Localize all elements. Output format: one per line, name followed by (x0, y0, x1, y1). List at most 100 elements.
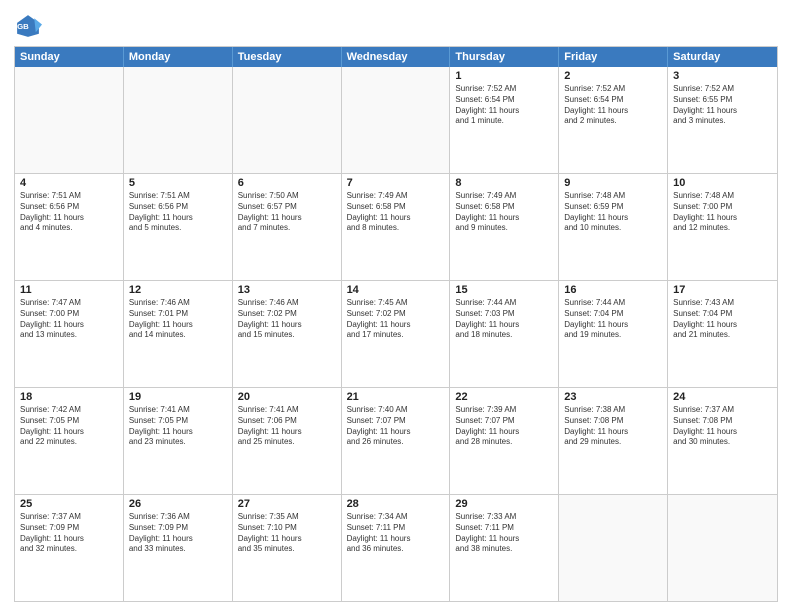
calendar-body: 1 Sunrise: 7:52 AM Sunset: 6:54 PM Daylig… (15, 67, 777, 601)
day-number: 6 (238, 177, 336, 189)
day-info: Sunrise: 7:39 AM Sunset: 7:07 PM Dayligh… (455, 405, 553, 448)
day-info: Sunrise: 7:44 AM Sunset: 7:04 PM Dayligh… (564, 298, 662, 341)
day-number: 11 (20, 284, 118, 296)
calendar-row-3: 18 Sunrise: 7:42 AM Sunset: 7:05 PM Dayli… (15, 387, 777, 494)
calendar-cell: 4 Sunrise: 7:51 AM Sunset: 6:56 PM Daylig… (15, 174, 124, 280)
day-info: Sunrise: 7:48 AM Sunset: 7:00 PM Dayligh… (673, 191, 772, 234)
day-info: Sunrise: 7:50 AM Sunset: 6:57 PM Dayligh… (238, 191, 336, 234)
calendar-cell: 6 Sunrise: 7:50 AM Sunset: 6:57 PM Daylig… (233, 174, 342, 280)
day-info: Sunrise: 7:52 AM Sunset: 6:55 PM Dayligh… (673, 84, 772, 127)
header-day-friday: Friday (559, 47, 668, 67)
calendar-cell: 3 Sunrise: 7:52 AM Sunset: 6:55 PM Daylig… (668, 67, 777, 173)
day-number: 4 (20, 177, 118, 189)
header-day-tuesday: Tuesday (233, 47, 342, 67)
calendar-cell: 27Sunrise: 7:35 AM Sunset: 7:10 PM Dayli… (233, 495, 342, 601)
day-info: Sunrise: 7:42 AM Sunset: 7:05 PM Dayligh… (20, 405, 118, 448)
header: GB (14, 12, 778, 40)
calendar-cell: 20Sunrise: 7:41 AM Sunset: 7:06 PM Dayli… (233, 388, 342, 494)
calendar-cell: 14 Sunrise: 7:45 AM Sunset: 7:02 PM Dayli… (342, 281, 451, 387)
day-info: Sunrise: 7:44 AM Sunset: 7:03 PM Dayligh… (455, 298, 553, 341)
day-number: 3 (673, 70, 772, 82)
calendar-cell: 21 Sunrise: 7:40 AM Sunset: 7:07 PM Dayli… (342, 388, 451, 494)
calendar-cell (668, 495, 777, 601)
day-number: 28 (347, 498, 445, 510)
calendar-row-4: 25Sunrise: 7:37 AM Sunset: 7:09 PM Dayli… (15, 494, 777, 601)
day-number: 24 (673, 391, 772, 403)
calendar-row-0: 1 Sunrise: 7:52 AM Sunset: 6:54 PM Daylig… (15, 67, 777, 173)
day-info: Sunrise: 7:47 AM Sunset: 7:00 PM Dayligh… (20, 298, 118, 341)
calendar-cell: 23 Sunrise: 7:38 AM Sunset: 7:08 PM Dayli… (559, 388, 668, 494)
day-number: 16 (564, 284, 662, 296)
calendar-cell: 10 Sunrise: 7:48 AM Sunset: 7:00 PM Dayli… (668, 174, 777, 280)
calendar-cell: 28 Sunrise: 7:34 AM Sunset: 7:11 PM Dayli… (342, 495, 451, 601)
calendar-cell: 1Sunrise: 7:52 AM Sunset: 6:54 PM Daylig… (450, 67, 559, 173)
day-info: Sunrise: 7:40 AM Sunset: 7:07 PM Dayligh… (347, 405, 445, 448)
day-info: Sunrise: 7:51 AM Sunset: 6:56 PM Dayligh… (20, 191, 118, 234)
day-number: 23 (564, 391, 662, 403)
day-number: 8 (455, 177, 553, 189)
day-info: Sunrise: 7:41 AM Sunset: 7:05 PM Dayligh… (129, 405, 227, 448)
header-day-wednesday: Wednesday (342, 47, 451, 67)
day-number: 14 (347, 284, 445, 296)
day-info: Sunrise: 7:36 AM Sunset: 7:09 PM Dayligh… (129, 512, 227, 555)
calendar-cell: 22 Sunrise: 7:39 AM Sunset: 7:07 PM Dayli… (450, 388, 559, 494)
calendar-cell: 8 Sunrise: 7:49 AM Sunset: 6:58 PM Daylig… (450, 174, 559, 280)
calendar-row-2: 11 Sunrise: 7:47 AM Sunset: 7:00 PM Dayli… (15, 280, 777, 387)
day-number: 15 (455, 284, 553, 296)
day-number: 22 (455, 391, 553, 403)
day-number: 27 (238, 498, 336, 510)
calendar-cell: 13 Sunrise: 7:46 AM Sunset: 7:02 PM Dayli… (233, 281, 342, 387)
header-day-saturday: Saturday (668, 47, 777, 67)
day-number: 13 (238, 284, 336, 296)
day-number: 9 (564, 177, 662, 189)
day-number: 7 (347, 177, 445, 189)
calendar-cell: 17Sunrise: 7:43 AM Sunset: 7:04 PM Dayli… (668, 281, 777, 387)
calendar-cell (559, 495, 668, 601)
day-info: Sunrise: 7:46 AM Sunset: 7:02 PM Dayligh… (238, 298, 336, 341)
day-info: Sunrise: 7:48 AM Sunset: 6:59 PM Dayligh… (564, 191, 662, 234)
calendar-cell: 15 Sunrise: 7:44 AM Sunset: 7:03 PM Dayli… (450, 281, 559, 387)
page: GB SundayMondayTuesdayWednesdayThursdayF… (0, 0, 792, 612)
day-number: 2 (564, 70, 662, 82)
calendar-cell: 29Sunrise: 7:33 AM Sunset: 7:11 PM Dayli… (450, 495, 559, 601)
day-info: Sunrise: 7:52 AM Sunset: 6:54 PM Dayligh… (564, 84, 662, 127)
day-number: 10 (673, 177, 772, 189)
day-info: Sunrise: 7:33 AM Sunset: 7:11 PM Dayligh… (455, 512, 553, 555)
day-number: 21 (347, 391, 445, 403)
calendar-cell: 12 Sunrise: 7:46 AM Sunset: 7:01 PM Dayli… (124, 281, 233, 387)
header-day-monday: Monday (124, 47, 233, 67)
day-number: 26 (129, 498, 227, 510)
calendar-cell (124, 67, 233, 173)
calendar-cell (342, 67, 451, 173)
calendar-cell: 9 Sunrise: 7:48 AM Sunset: 6:59 PM Daylig… (559, 174, 668, 280)
calendar-cell: 26 Sunrise: 7:36 AM Sunset: 7:09 PM Dayli… (124, 495, 233, 601)
day-number: 5 (129, 177, 227, 189)
day-number: 17 (673, 284, 772, 296)
calendar-cell: 5 Sunrise: 7:51 AM Sunset: 6:56 PM Daylig… (124, 174, 233, 280)
day-info: Sunrise: 7:37 AM Sunset: 7:08 PM Dayligh… (673, 405, 772, 448)
calendar-cell: 11 Sunrise: 7:47 AM Sunset: 7:00 PM Dayli… (15, 281, 124, 387)
day-number: 12 (129, 284, 227, 296)
day-info: Sunrise: 7:37 AM Sunset: 7:09 PM Dayligh… (20, 512, 118, 555)
day-info: Sunrise: 7:49 AM Sunset: 6:58 PM Dayligh… (455, 191, 553, 234)
day-info: Sunrise: 7:51 AM Sunset: 6:56 PM Dayligh… (129, 191, 227, 234)
day-number: 20 (238, 391, 336, 403)
logo: GB (14, 12, 46, 40)
calendar-cell: 18 Sunrise: 7:42 AM Sunset: 7:05 PM Dayli… (15, 388, 124, 494)
day-info: Sunrise: 7:46 AM Sunset: 7:01 PM Dayligh… (129, 298, 227, 341)
calendar-row-1: 4 Sunrise: 7:51 AM Sunset: 6:56 PM Daylig… (15, 173, 777, 280)
day-info: Sunrise: 7:38 AM Sunset: 7:08 PM Dayligh… (564, 405, 662, 448)
header-day-thursday: Thursday (450, 47, 559, 67)
day-number: 1 (455, 70, 553, 82)
calendar-cell (15, 67, 124, 173)
calendar-cell: 24 Sunrise: 7:37 AM Sunset: 7:08 PM Dayli… (668, 388, 777, 494)
day-info: Sunrise: 7:49 AM Sunset: 6:58 PM Dayligh… (347, 191, 445, 234)
header-day-sunday: Sunday (15, 47, 124, 67)
calendar-header: SundayMondayTuesdayWednesdayThursdayFrid… (15, 47, 777, 67)
calendar-cell: 19Sunrise: 7:41 AM Sunset: 7:05 PM Dayli… (124, 388, 233, 494)
calendar-cell: 25Sunrise: 7:37 AM Sunset: 7:09 PM Dayli… (15, 495, 124, 601)
day-info: Sunrise: 7:34 AM Sunset: 7:11 PM Dayligh… (347, 512, 445, 555)
day-info: Sunrise: 7:45 AM Sunset: 7:02 PM Dayligh… (347, 298, 445, 341)
calendar-cell: 7 Sunrise: 7:49 AM Sunset: 6:58 PM Daylig… (342, 174, 451, 280)
day-number: 18 (20, 391, 118, 403)
